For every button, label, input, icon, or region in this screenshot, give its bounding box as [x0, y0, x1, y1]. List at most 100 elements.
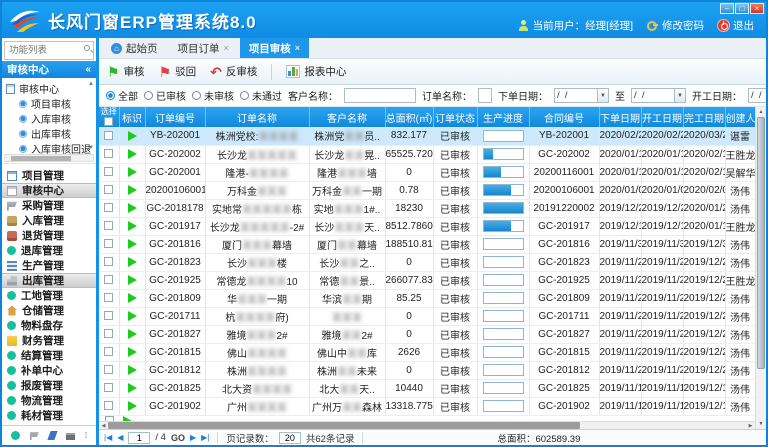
sidebar-item-12[interactable]: 结算管理 — [2, 348, 96, 363]
radio-approved[interactable]: 已审核 — [144, 88, 186, 103]
minimize-button[interactable]: – — [720, 3, 734, 14]
row-checkbox[interactable] — [104, 347, 113, 356]
row-checkbox[interactable] — [104, 221, 113, 230]
tree-item-inbound-audit[interactable]: 入库审核 — [6, 111, 86, 126]
table-row[interactable]: 20200106001万科金某某某万科金某某一期0.78已审核202001060… — [99, 181, 755, 199]
scroll-down-icon[interactable]: ▼ — [88, 145, 94, 151]
dropdown-icon[interactable]: ▼ — [675, 88, 686, 103]
row-checkbox[interactable] — [104, 185, 113, 194]
sidebar-item-4[interactable]: 退货管理 — [2, 228, 96, 243]
page-number-input[interactable] — [128, 432, 150, 444]
function-search-input[interactable] — [4, 41, 94, 60]
sidebar-item-9[interactable]: 仓储管理 — [2, 303, 96, 318]
close-tab-icon[interactable]: × — [295, 43, 300, 53]
order-date-to-picker[interactable]: ▼ — [631, 88, 686, 103]
tab-project-audit[interactable]: 项目审核 × — [240, 38, 309, 58]
sidebar-item-13[interactable]: 补单中心 — [2, 363, 96, 378]
row-checkbox[interactable] — [104, 293, 113, 302]
row-checkbox[interactable] — [104, 149, 113, 158]
table-row[interactable]: GC-201815佛山某某某某佛山中某某库2626已审核GC-201815201… — [99, 343, 755, 361]
table-row[interactable]: GC-202001隆港-某某某某隆港某某某墙0已审核20200116001202… — [99, 163, 755, 181]
scroll-down-icon[interactable]: ▼ — [759, 420, 764, 428]
table-row[interactable]: GC-201925常德龙某某某某10常德某某景..266077.835..已审核… — [99, 271, 755, 289]
radio-not-passed[interactable]: 未通过 — [240, 88, 282, 103]
sidebar-item-8[interactable]: 工地管理 — [2, 288, 96, 303]
table-row[interactable]: GC-201902广州某某某某广州万某某森林13318.775已审核GC-201… — [99, 397, 755, 415]
tree-item-project-audit[interactable]: 项目审核 — [6, 96, 86, 111]
row-checkbox[interactable] — [104, 167, 113, 176]
dropdown-icon[interactable]: ▼ — [598, 88, 609, 103]
date-input[interactable] — [748, 88, 766, 103]
nav-group-header[interactable]: 审核中心 « — [2, 61, 96, 78]
date-input[interactable] — [631, 88, 675, 103]
table-row[interactable]: GC-201809华某某某一期华滨某某期85.25已审核GC-201809201… — [99, 289, 755, 307]
col-order-date[interactable]: 下单日期 — [599, 107, 641, 127]
logout-button[interactable]: 退出 — [718, 18, 754, 33]
sidebar-item-7[interactable]: 出库管理 — [2, 273, 96, 288]
scrollbar-thumb[interactable] — [11, 156, 71, 161]
tree-root-audit-center[interactable]: 审核中心 — [6, 81, 86, 96]
table-row[interactable]: GC-201917长沙龙某某某某某-2#长沙某某某天..8512.78600..… — [99, 217, 755, 235]
table-row[interactable]: GC-2018178实地常某某某某某栋实地某某某1#..18230已审核2019… — [99, 199, 755, 217]
sidebar-item-5[interactable]: 退库管理 — [2, 243, 96, 258]
sidebar-item-10[interactable]: 物料盘存 — [2, 318, 96, 333]
pen-icon[interactable] — [47, 431, 57, 440]
table-row[interactable]: GC-201816厦门某某某幕墙厦门某某幕墙188510.818已审核GC-20… — [99, 235, 755, 253]
radio-unapproved[interactable]: 未审核 — [192, 88, 234, 103]
sidebar-item-11[interactable]: 财务管理 — [2, 333, 96, 348]
close-tab-icon[interactable]: × — [224, 43, 229, 53]
col-customer-name[interactable]: 客户名称 — [309, 107, 385, 127]
module-dot-icon[interactable] — [11, 431, 20, 440]
table-row[interactable]: GC-202002长沙龙某某某某某长沙龙某某晃..65525.7200..已审核… — [99, 145, 755, 163]
overflow-menu-icon[interactable]: ⁞ — [85, 431, 87, 440]
row-checkbox[interactable] — [104, 383, 113, 392]
sidebar-item-16[interactable]: 耗材管理 — [2, 408, 96, 423]
table-row[interactable]: GC-201711杭某某某某府)某某某0已审核GC-2017112019/11/… — [99, 307, 755, 325]
scroll-left-icon[interactable]: ◀ — [99, 423, 108, 429]
go-button[interactable]: GO — [171, 433, 185, 443]
table-row[interactable]: GC-201825北大资某某某某北大某某天..10440已审核GC-201825… — [99, 379, 755, 397]
scroll-up-icon[interactable]: ▲ — [88, 81, 94, 87]
sidebar-item-3[interactable]: 入库管理 — [2, 213, 96, 228]
col-order-name[interactable]: 订单名称 — [205, 107, 309, 127]
sidebar-item-2[interactable]: 采购管理 — [2, 198, 96, 213]
table-row[interactable]: GC-201812株洲某某某某株洲某某未来0已审核GC-2018122019/1… — [99, 361, 755, 379]
col-start-date[interactable]: 开工日期 — [641, 107, 683, 127]
radio-all[interactable]: 全部 — [106, 88, 138, 103]
row-checkbox[interactable] — [104, 329, 113, 338]
unapprove-button[interactable]: ↶反审核 — [210, 64, 257, 79]
row-checkbox[interactable] — [104, 131, 113, 140]
sidebar-item-1[interactable]: 审核中心 — [2, 183, 96, 198]
col-total-area[interactable]: 总面积(㎡) — [385, 107, 433, 127]
row-checkbox[interactable] — [104, 365, 113, 374]
page-size-input[interactable] — [279, 432, 301, 444]
start-date-picker[interactable]: ▼ — [748, 88, 766, 103]
grid-horizontal-scrollbar[interactable]: ◀ ▶ — [99, 421, 755, 430]
sidebar-item-15[interactable]: 物流管理 — [2, 393, 96, 408]
table-row[interactable]: YB-202001株洲党校:某某某某株洲党某某员..832.177已审核YB-2… — [99, 127, 755, 145]
grid-vertical-scrollbar[interactable]: ▲ ▼ — [755, 107, 766, 429]
order-name-input[interactable] — [478, 88, 492, 103]
table-row[interactable]: GC-201827雅境某某某2#雅境某某2#0已审核GC-2018272019/… — [99, 325, 755, 343]
row-checkbox[interactable] — [104, 203, 113, 212]
tree-item-outbound-audit[interactable]: 出库审核 — [6, 126, 86, 141]
col-finish-date[interactable]: 完工日期 — [683, 107, 725, 127]
first-page-button[interactable]: |◀ — [104, 433, 112, 442]
col-contract-no[interactable]: 合同编号 — [529, 107, 599, 127]
row-checkbox[interactable] — [104, 239, 113, 248]
scrollbar-thumb[interactable] — [108, 422, 580, 429]
row-checkbox[interactable] — [104, 311, 113, 320]
col-creator[interactable]: 创建人 — [725, 107, 755, 127]
customer-name-input[interactable] — [344, 88, 416, 103]
row-checkbox[interactable] — [104, 275, 113, 284]
sidebar-item-14[interactable]: 报废管理 — [2, 378, 96, 393]
scroll-up-icon[interactable]: ▲ — [759, 108, 764, 116]
sidebar-item-0[interactable]: 项目管理 — [2, 168, 96, 183]
select-all-checkbox[interactable] — [104, 117, 113, 126]
scrollbar-thumb[interactable] — [757, 117, 765, 369]
approve-button[interactable]: ⚑审核 — [107, 64, 145, 79]
collapse-icon[interactable]: « — [85, 65, 91, 75]
col-production-progress[interactable]: 生产进度 — [477, 107, 529, 127]
row-checkbox[interactable] — [104, 401, 113, 410]
tree-horizontal-scrollbar[interactable] — [4, 154, 94, 162]
